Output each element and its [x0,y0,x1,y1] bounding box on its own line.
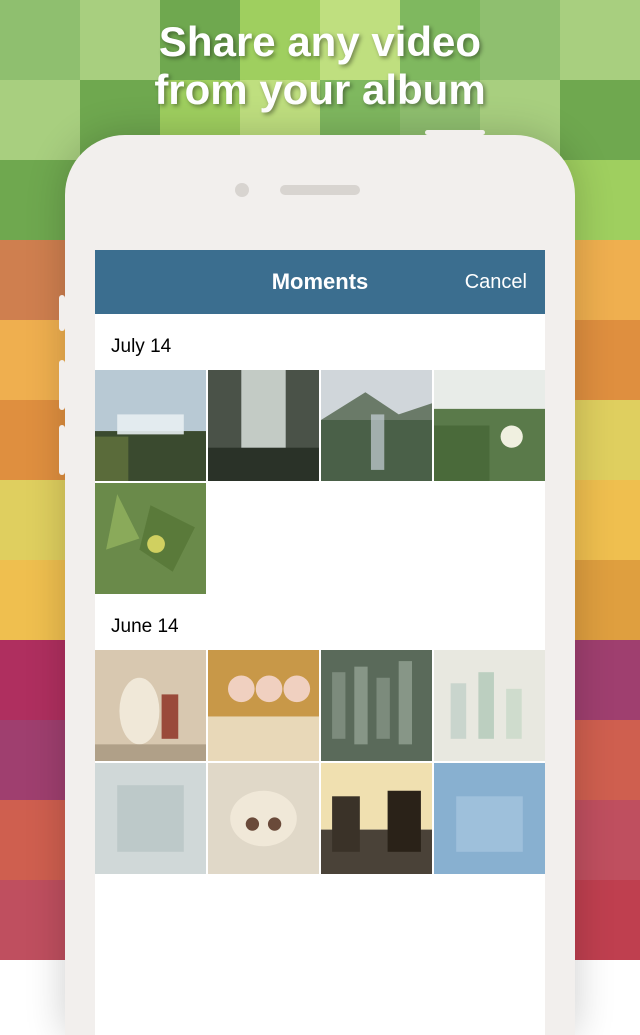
mute-switch [59,295,65,331]
thumbnail[interactable] [95,483,206,594]
promo-line-2: from your album [0,66,640,114]
thumbnail[interactable] [321,650,432,761]
volume-down-button [59,425,65,475]
phone-screen: Moments Cancel July 14 [95,250,545,1035]
album-content: July 14 [95,314,545,874]
thumbnail[interactable] [434,650,545,761]
thumbnail[interactable] [95,763,206,874]
thumbnail-empty [321,483,432,594]
phone-frame: Moments Cancel July 14 [65,135,575,1035]
thumbnail[interactable] [434,763,545,874]
section-header-june: June 14 [95,594,545,650]
promo-headline: Share any video from your album [0,18,640,115]
thumbnail-empty [208,483,319,594]
thumbnail[interactable] [95,370,206,481]
volume-up-button [59,360,65,410]
power-button [425,130,485,135]
thumbnail-grid-july [95,370,545,594]
thumbnail[interactable] [208,650,319,761]
thumbnail[interactable] [321,370,432,481]
thumbnail-empty [434,483,545,594]
navbar-title: Moments [272,269,369,295]
thumbnail[interactable] [321,763,432,874]
promo-line-1: Share any video [0,18,640,66]
cancel-button[interactable]: Cancel [465,271,527,294]
navbar: Moments Cancel [95,250,545,314]
thumbnail[interactable] [95,650,206,761]
thumbnail[interactable] [434,370,545,481]
thumbnail[interactable] [208,370,319,481]
section-header-july: July 14 [95,314,545,370]
thumbnail[interactable] [208,763,319,874]
thumbnail-grid-june [95,650,545,874]
